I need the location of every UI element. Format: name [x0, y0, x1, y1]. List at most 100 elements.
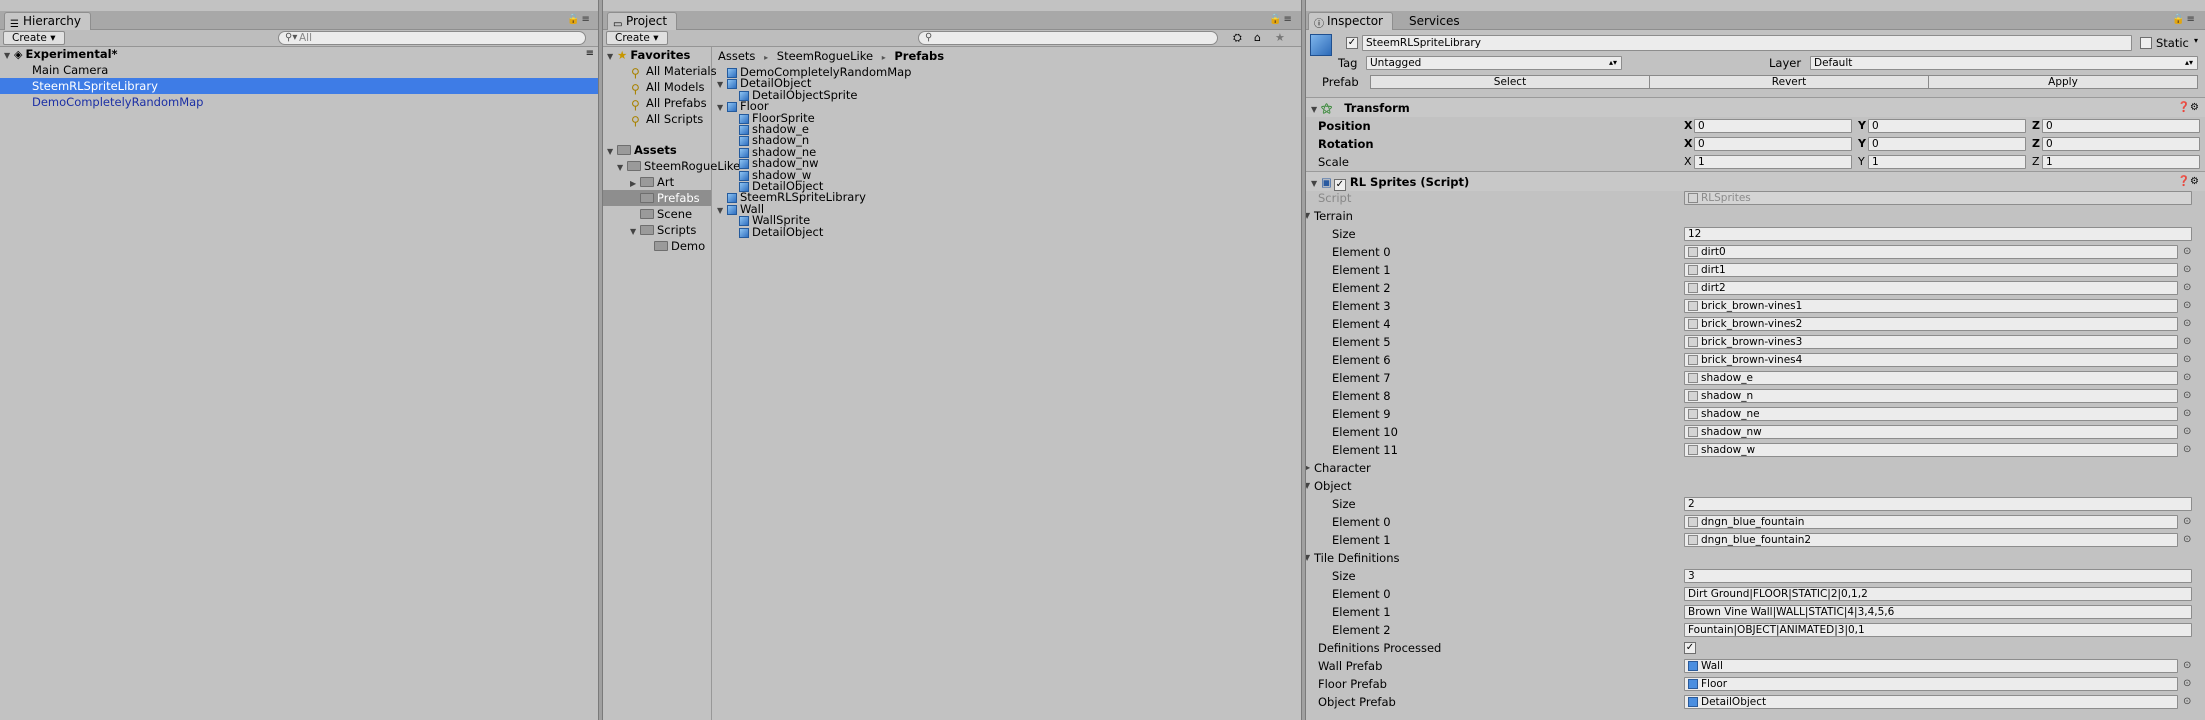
value-field[interactable]: shadow_nw: [1684, 425, 2178, 439]
breadcrumb-prefabs[interactable]: Prefabs: [894, 49, 944, 63]
object-foldout[interactable]: ▼ Object: [1306, 477, 2205, 495]
transform-header[interactable]: ▼ ⚝ Transform ❓⚙: [1306, 97, 2205, 117]
tab-services[interactable]: Services: [1400, 12, 1470, 30]
panel-menu-icon[interactable]: 🔒≡: [1269, 14, 1294, 25]
transform-z-field[interactable]: 1: [2042, 155, 2200, 169]
object-picker-icon[interactable]: ⊙: [2183, 333, 2191, 351]
value-field[interactable]: shadow_n: [1684, 389, 2178, 403]
prefab-item[interactable]: SteemRLSpriteLibrary: [713, 191, 1303, 204]
foldout-arrow-icon[interactable]: ▼: [1306, 207, 1314, 225]
value-field[interactable]: dngn_blue_fountain2: [1684, 533, 2178, 547]
object-picker-icon[interactable]: ⊙: [2183, 693, 2191, 711]
value-field[interactable]: 2: [1684, 497, 2192, 511]
object-name-field[interactable]: SteemRLSpriteLibrary: [1362, 35, 2132, 51]
foldout-arrow-icon[interactable]: ▶: [1306, 459, 1314, 477]
value-field[interactable]: Fountain|OBJECT|ANIMATED|3|0,1: [1684, 623, 2192, 637]
value-field[interactable]: 12: [1684, 227, 2192, 241]
breadcrumb-steemroguelike[interactable]: SteemRogueLike: [777, 49, 873, 63]
value-field[interactable]: shadow_ne: [1684, 407, 2178, 421]
foldout-arrow-icon[interactable]: ▼: [1306, 549, 1314, 567]
value-field[interactable]: Dirt Ground|FLOOR|STATIC|2|0,1,2: [1684, 587, 2192, 601]
object-picker-icon[interactable]: ⊙: [2183, 675, 2191, 693]
object-picker-icon[interactable]: ⊙: [2183, 423, 2191, 441]
favorites-header[interactable]: ▼ ★ Favorites: [603, 47, 1303, 63]
value-field[interactable]: Brown Vine Wall|WALL|STATIC|4|3,4,5,6: [1684, 605, 2192, 619]
object-picker-icon[interactable]: ⊙: [2183, 441, 2191, 459]
prefab-apply-button[interactable]: Apply: [1928, 75, 2198, 89]
filter-label-icon[interactable]: ⌂: [1254, 31, 1261, 44]
transform-y-field[interactable]: 0: [1868, 137, 2026, 151]
object-picker-icon[interactable]: ⊙: [2183, 513, 2191, 531]
tag-dropdown[interactable]: Untagged ▴▾: [1366, 56, 1622, 70]
value-field[interactable]: Floor: [1684, 677, 2178, 691]
breadcrumb-assets[interactable]: Assets: [718, 49, 755, 63]
create-button[interactable]: Create ▾: [3, 31, 65, 45]
object-picker-icon[interactable]: ⊙: [2183, 243, 2191, 261]
object-picker-icon[interactable]: ⊙: [2183, 531, 2191, 549]
folder-demo[interactable]: Demo: [603, 238, 1303, 254]
object-picker-icon[interactable]: ⊙: [2183, 405, 2191, 423]
project-search-input[interactable]: ⚲: [918, 31, 1218, 45]
filter-type-icon[interactable]: ⛭: [1233, 31, 1242, 45]
value-field[interactable]: Wall: [1684, 659, 2178, 673]
hierarchy-item-main-camera[interactable]: Main Camera: [0, 62, 600, 78]
value-field[interactable]: brick_brown-vines4: [1684, 353, 2178, 367]
transform-z-field[interactable]: 0: [2042, 119, 2200, 133]
hierarchy-item-democompletelyrandommap[interactable]: DemoCompletelyRandomMap: [0, 94, 600, 110]
scene-menu-icon[interactable]: ≡: [586, 46, 594, 62]
tab-project[interactable]: ▭ Project: [607, 12, 678, 30]
character-foldout[interactable]: ▶ Character: [1306, 459, 2205, 477]
object-picker-icon[interactable]: ⊙: [2183, 297, 2191, 315]
object-picker-icon[interactable]: ⊙: [2183, 369, 2191, 387]
component-settings-icon[interactable]: ❓⚙: [2178, 98, 2199, 118]
object-picker-icon[interactable]: ⊙: [2183, 387, 2191, 405]
create-button[interactable]: Create ▾: [606, 31, 668, 45]
object-picker-icon[interactable]: ⊙: [2183, 657, 2191, 675]
definitions-processed-checkbox[interactable]: ✓: [1684, 642, 1696, 654]
script-row: Script RLSprites: [1306, 189, 2205, 207]
prefab-item[interactable]: DetailObjectSprite: [713, 89, 1303, 101]
rl-sprites-header[interactable]: ▼ ▣ ✓ RL Sprites (Script) ❓⚙: [1306, 171, 2205, 191]
hierarchy-search-input[interactable]: ⚲▾ All: [278, 31, 586, 45]
prefab-revert-button[interactable]: Revert: [1649, 75, 1929, 89]
tile-definitions-foldout[interactable]: ▼ Tile Definitions: [1306, 549, 2205, 567]
transform-y-field[interactable]: 0: [1868, 119, 2026, 133]
value-field[interactable]: dirt0: [1684, 245, 2178, 259]
transform-x-field[interactable]: 0: [1694, 119, 1852, 133]
transform-z-field[interactable]: 0: [2042, 137, 2200, 151]
tab-inspector[interactable]: ⓘ Inspector: [1308, 12, 1393, 30]
active-checkbox[interactable]: ✓: [1346, 37, 1358, 49]
static-checkbox[interactable]: [2140, 37, 2152, 49]
layer-dropdown[interactable]: Default ▴▾: [1810, 56, 2198, 70]
value-field[interactable]: shadow_e: [1684, 371, 2178, 385]
panel-menu-icon[interactable]: 🔒≡: [567, 14, 592, 25]
value-field[interactable]: brick_brown-vines2: [1684, 317, 2178, 331]
foldout-arrow-icon[interactable]: ▼: [1306, 477, 1314, 495]
value-field[interactable]: brick_brown-vines3: [1684, 335, 2178, 349]
object-picker-icon[interactable]: ⊙: [2183, 261, 2191, 279]
prefab-item[interactable]: DetailObject: [713, 226, 1303, 238]
terrain-foldout[interactable]: ▼ Terrain: [1306, 207, 2205, 225]
prefab-select-button[interactable]: Select: [1370, 75, 1650, 89]
value-field[interactable]: dirt1: [1684, 263, 2178, 277]
value-field[interactable]: dngn_blue_fountain: [1684, 515, 2178, 529]
static-dropdown-icon[interactable]: ▾: [2194, 36, 2198, 45]
value-field[interactable]: 3: [1684, 569, 2192, 583]
hierarchy-item-steemrlspritelibrary[interactable]: SteemRLSpriteLibrary: [0, 78, 600, 94]
panel-menu-icon[interactable]: 🔒≡: [2172, 14, 2197, 25]
transform-x-field[interactable]: 0: [1694, 137, 1852, 151]
value-field[interactable]: DetailObject: [1684, 695, 2178, 709]
value-field[interactable]: dirt2: [1684, 281, 2178, 295]
field-value: Brown Vine Wall|WALL|STATIC|4|3,4,5,6: [1688, 606, 1895, 618]
value-field[interactable]: brick_brown-vines1: [1684, 299, 2178, 313]
tab-hierarchy[interactable]: ☰ Hierarchy: [4, 12, 92, 30]
object-picker-icon[interactable]: ⊙: [2183, 315, 2191, 333]
transform-y-field[interactable]: 1: [1868, 155, 2026, 169]
favorite-star-icon[interactable]: ★: [1275, 31, 1285, 44]
scene-row[interactable]: ▼ ◈ Experimental* ≡: [0, 46, 600, 62]
object-picker-icon[interactable]: ⊙: [2183, 351, 2191, 369]
transform-x-field[interactable]: 1: [1694, 155, 1852, 169]
folder-prefabs[interactable]: Prefabs: [603, 190, 711, 206]
object-picker-icon[interactable]: ⊙: [2183, 279, 2191, 297]
value-field[interactable]: shadow_w: [1684, 443, 2178, 457]
